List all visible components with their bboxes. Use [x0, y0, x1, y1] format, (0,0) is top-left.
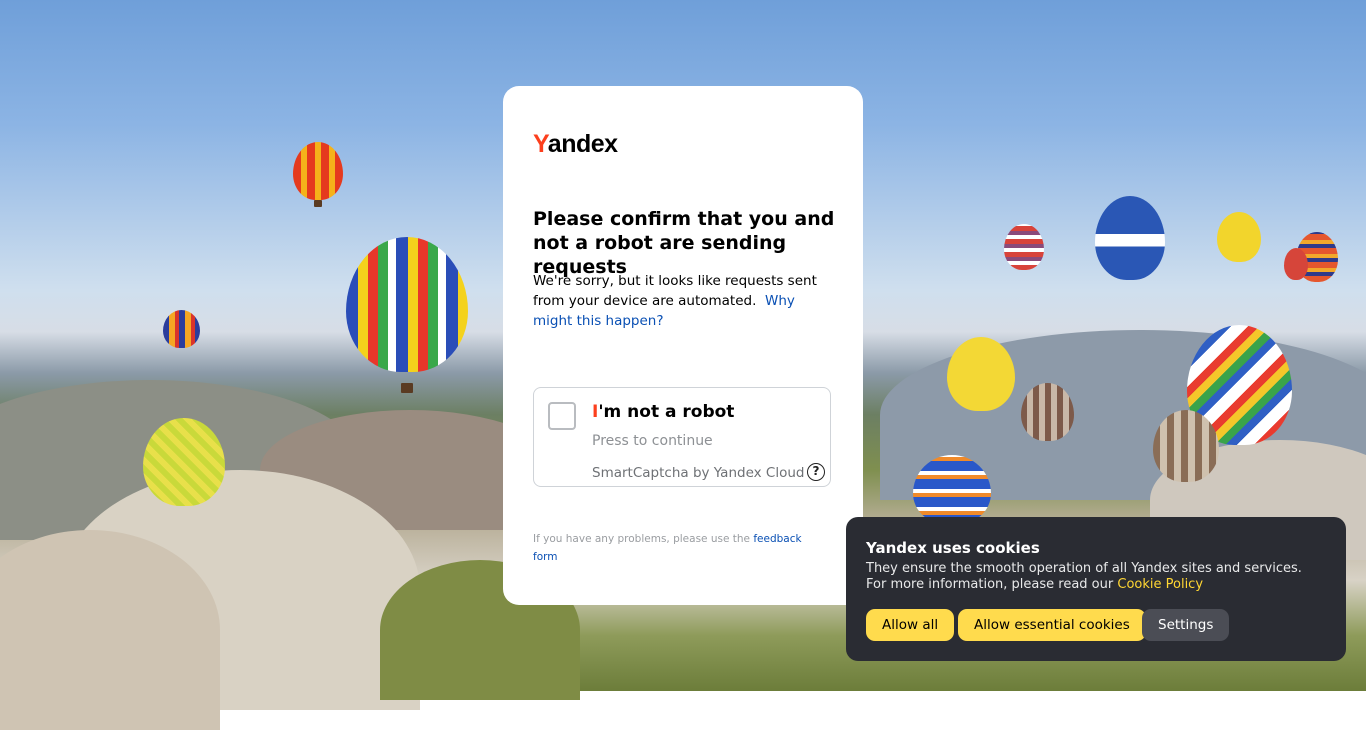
captcha-subtext: Press to continue — [592, 433, 713, 449]
help-icon[interactable]: ? — [807, 463, 825, 481]
balloon — [1004, 224, 1044, 270]
cookie-policy-link[interactable]: Cookie Policy — [1117, 577, 1203, 592]
feedback-text: If you have any problems, please use the — [533, 533, 750, 545]
logo-letter-y: Y — [533, 130, 548, 158]
allow-essential-button[interactable]: Allow essential cookies — [958, 609, 1146, 641]
cookie-banner: Yandex uses cookies They ensure the smoo… — [846, 517, 1346, 661]
balloon — [346, 237, 468, 372]
logo-text: andex — [547, 130, 618, 158]
description: We're sorry, but it looks like requests … — [533, 271, 838, 331]
balloon — [1153, 410, 1219, 482]
balloon — [1021, 383, 1074, 441]
balloon — [947, 337, 1015, 411]
cookie-settings-button[interactable]: Settings — [1142, 609, 1230, 641]
balloon-basket — [314, 200, 322, 207]
captcha-brand: SmartCaptcha by Yandex Cloud — [592, 465, 805, 481]
captcha-label[interactable]: I'm not a robot — [592, 402, 734, 422]
balloon-basket — [401, 383, 413, 393]
balloon — [293, 142, 343, 200]
not-robot-checkbox[interactable] — [548, 402, 576, 430]
balloon — [913, 455, 991, 525]
captcha-widget[interactable]: I'm not a robot Press to continue SmartC… — [533, 387, 831, 487]
balloon — [1095, 196, 1165, 280]
balloon — [163, 310, 200, 348]
page-title: Please confirm that you and not a robot … — [533, 208, 835, 278]
cookie-title: Yandex uses cookies — [866, 539, 1040, 557]
cookie-body: They ensure the smooth operation of all … — [866, 561, 1302, 592]
yandex-logo: Yandex — [533, 130, 618, 159]
cookie-text: They ensure the smooth operation of all … — [866, 561, 1321, 593]
captcha-card: Yandex Please confirm that you and not a… — [503, 86, 863, 605]
balloon — [1284, 248, 1308, 280]
captcha-label-rest: 'm not a robot — [598, 402, 735, 422]
balloon — [143, 418, 225, 506]
allow-all-button[interactable]: Allow all — [866, 609, 955, 641]
feedback-note: If you have any problems, please use the… — [533, 530, 828, 566]
balloon — [1217, 212, 1261, 262]
